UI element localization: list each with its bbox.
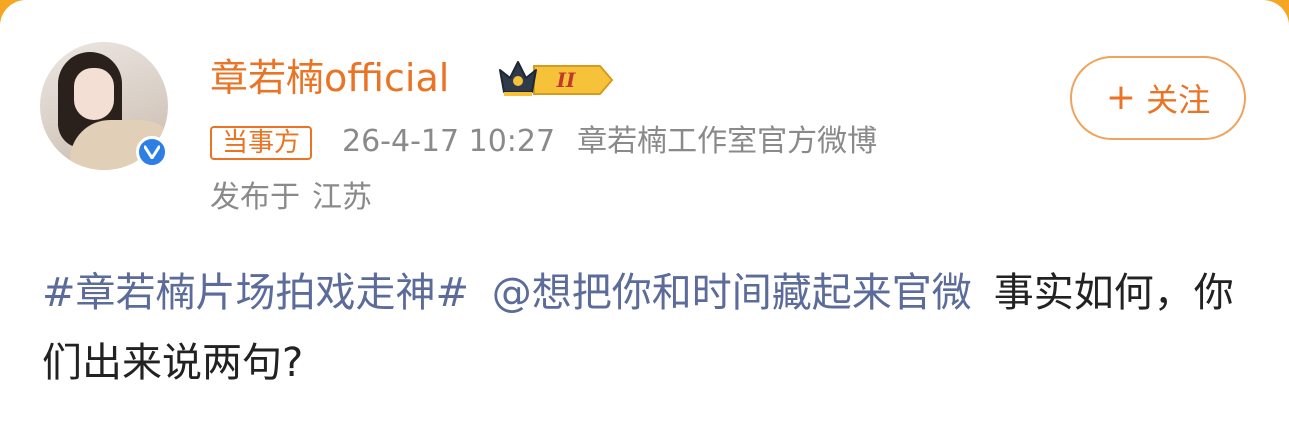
post-meta: 26-4-17 10:27 章若楠工作室官方微博	[342, 122, 877, 162]
hashtag-link[interactable]: #章若楠片场拍戏走神#	[42, 270, 469, 316]
author-avatar[interactable]	[40, 42, 168, 170]
weibo-post-card: 章若楠official II + 关注 当事方 26-4-17 10:27 章若楠…	[0, 0, 1289, 441]
party-tag: 当事方	[210, 126, 313, 160]
avatar-face	[74, 68, 114, 120]
plus-icon: +	[1105, 77, 1137, 118]
location-value: 江苏	[312, 180, 372, 215]
verified-badge-icon	[136, 136, 168, 168]
crown-level: II	[556, 68, 576, 92]
post-location: 发布于 江苏	[210, 178, 372, 218]
follow-label: 关注	[1146, 81, 1211, 119]
follow-button[interactable]: + 关注	[1070, 56, 1246, 140]
crown-badge-icon[interactable]: II	[496, 56, 616, 100]
post-content: #章若楠片场拍戏走神# @想把你和时间藏起来官微 事实如何，你们出来说两句?	[42, 258, 1242, 398]
check-icon	[144, 145, 160, 159]
post-source[interactable]: 章若楠工作室官方微博	[577, 124, 877, 159]
mention-link[interactable]: @想把你和时间藏起来官微	[492, 270, 972, 316]
post-time: 26-4-17 10:27	[342, 124, 556, 159]
location-label: 发布于	[210, 180, 300, 215]
author-name[interactable]: 章若楠official	[210, 54, 449, 102]
